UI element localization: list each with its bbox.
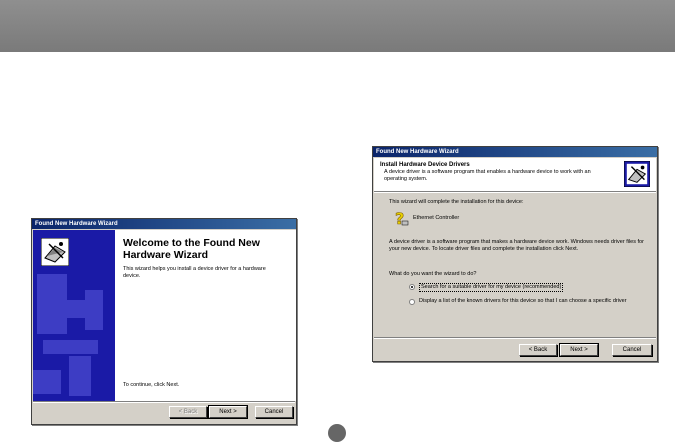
- welcome-heading: Welcome to the Found New Hardware Wizard: [123, 237, 260, 261]
- intro-text: This wizard will complete the installati…: [389, 199, 524, 205]
- next-button[interactable]: Next >: [208, 405, 248, 419]
- search-driver-radio[interactable]: [409, 284, 415, 290]
- welcome-content-panel: Welcome to the Found New Hardware Wizard…: [115, 230, 296, 401]
- hardware-wizard-icon: [41, 238, 69, 266]
- device-name: Ethernet Controller: [413, 215, 460, 221]
- display-list-radio[interactable]: [409, 299, 415, 305]
- cancel-button[interactable]: Cancel: [255, 406, 293, 418]
- welcome-wizard-titlebar[interactable]: Found New Hardware Wizard: [32, 219, 296, 229]
- cancel-button[interactable]: Cancel: [612, 344, 652, 356]
- install-wizard-titlebar[interactable]: Found New Hardware Wizard: [373, 147, 657, 157]
- install-header-panel: Install Hardware Device Drivers A device…: [374, 158, 656, 191]
- search-driver-option-label[interactable]: Search for a suitable driver for my devi…: [419, 283, 564, 292]
- install-drivers-wizard-window: Found New Hardware Wizard Install Hardwa…: [372, 146, 658, 362]
- continue-instruction: To continue, click Next.: [123, 382, 180, 388]
- hardware-wizard-icon: [624, 161, 650, 187]
- button-separator: [33, 401, 295, 403]
- top-banner-bar: [0, 0, 675, 52]
- wizard-side-graphic: [33, 230, 115, 401]
- welcome-wizard-window: Found New Hardware Wizard Welcome to the…: [31, 218, 297, 425]
- header-description: A device driver is a software program th…: [384, 169, 591, 182]
- page-number-dot: [328, 424, 346, 442]
- next-button[interactable]: Next >: [559, 343, 599, 357]
- display-list-option-label[interactable]: Display a list of the known drivers for …: [419, 298, 647, 305]
- back-button[interactable]: < Back: [169, 406, 207, 418]
- button-separator: [374, 337, 656, 339]
- header-title: Install Hardware Device Drivers: [380, 162, 470, 168]
- header-separator: [374, 191, 656, 193]
- driver-explanation: A device driver is a software program th…: [389, 239, 644, 252]
- unknown-device-question-icon: ?: [395, 209, 409, 227]
- wizard-question: What do you want the wizard to do?: [389, 271, 477, 277]
- back-button[interactable]: < Back: [519, 344, 557, 356]
- welcome-subtitle: This wizard helps you install a device d…: [123, 266, 266, 279]
